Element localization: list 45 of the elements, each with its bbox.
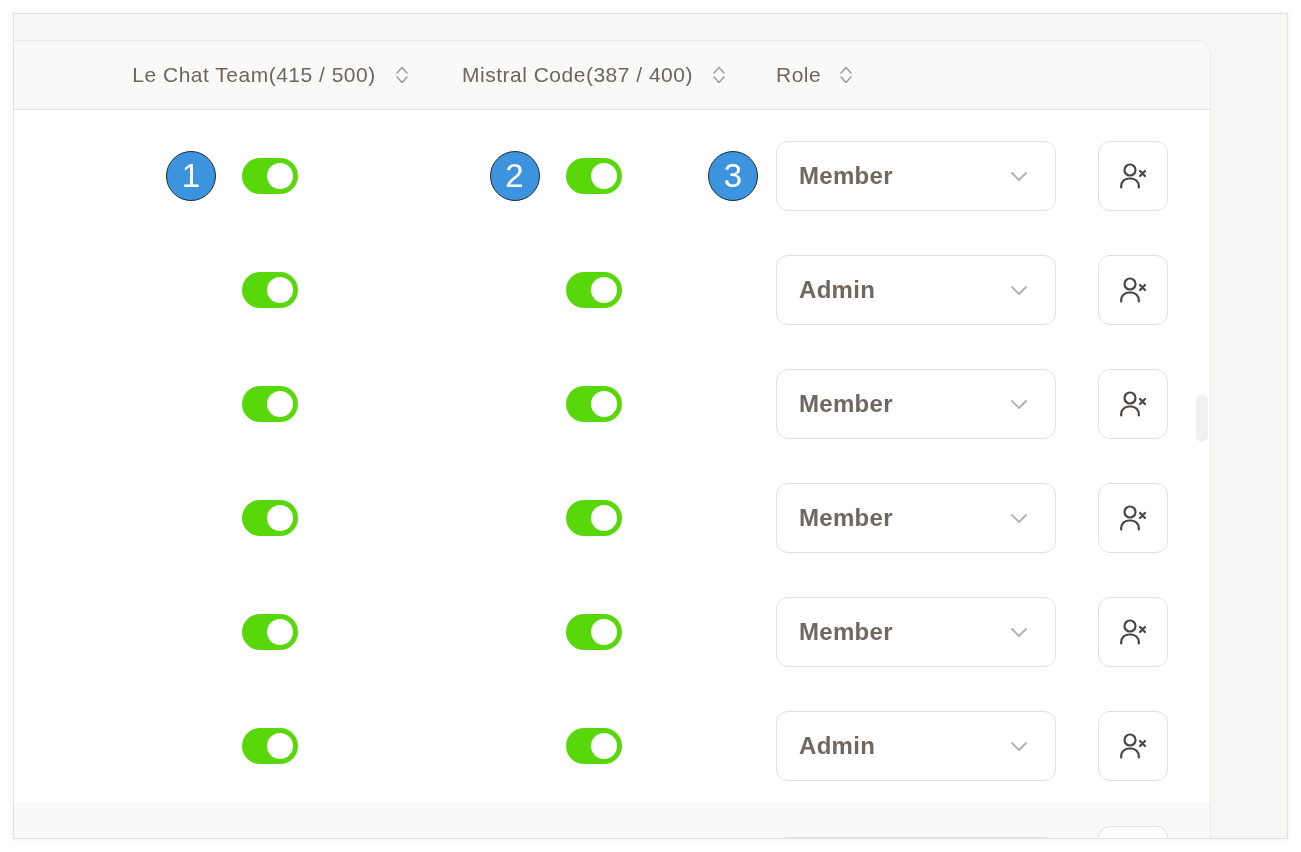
sort-icon[interactable] [395, 66, 408, 84]
chevron-down-icon [1011, 285, 1027, 295]
remove-user-button[interactable] [1098, 597, 1168, 667]
toggle-switch[interactable] [565, 386, 622, 422]
toggle-switch[interactable] [242, 500, 298, 536]
chevron-down-icon [1011, 171, 1027, 181]
role-dropdown[interactable]: Admin [776, 255, 1056, 325]
person-x-icon [1119, 391, 1147, 417]
remove-user-button[interactable] [1098, 711, 1168, 781]
toggle-switch[interactable] [565, 728, 622, 764]
role-dropdown[interactable]: Admin [776, 711, 1056, 781]
toggle-switch[interactable] [242, 614, 298, 650]
role-dropdown[interactable]: Member [776, 483, 1056, 553]
chevron-down-icon [1011, 513, 1027, 523]
toggle-switch[interactable] [565, 158, 622, 194]
toggle-switch[interactable] [565, 272, 622, 308]
toggle-switch[interactable] [242, 272, 298, 308]
person-x-icon [1119, 277, 1147, 303]
toggle-switch[interactable] [242, 386, 298, 422]
chevron-down-icon [1011, 627, 1027, 637]
step-badge: 3 [708, 151, 758, 201]
remove-user-button[interactable] [1098, 141, 1168, 211]
person-x-icon [1119, 505, 1147, 531]
role-dropdown[interactable]: Member [776, 141, 1056, 211]
role-dropdown[interactable]: Member [776, 369, 1056, 439]
toggle-switch[interactable] [242, 728, 298, 764]
toggle-switch[interactable] [565, 614, 622, 650]
sort-icon[interactable] [712, 66, 725, 84]
person-x-icon [1119, 163, 1147, 189]
remove-user-button[interactable] [1098, 483, 1168, 553]
chevron-down-icon [1011, 741, 1027, 751]
person-x-icon [1119, 619, 1147, 645]
column-header[interactable]: Role [776, 63, 822, 87]
column-header[interactable]: Le Chat Team(415 / 500) [132, 63, 376, 87]
remove-user-button[interactable] [1098, 369, 1168, 439]
toggle-switch[interactable] [565, 500, 622, 536]
role-dropdown[interactable]: Member [776, 597, 1056, 667]
toggle-switch[interactable] [242, 158, 298, 194]
remove-user-button[interactable] [1098, 255, 1168, 325]
column-header[interactable]: Mistral Code(387 / 400) [462, 63, 693, 87]
step-badge: 1 [166, 151, 216, 201]
person-x-icon [1119, 733, 1147, 759]
step-badge: 2 [489, 151, 540, 201]
chevron-down-icon [1011, 399, 1027, 409]
sort-icon[interactable] [840, 66, 853, 84]
